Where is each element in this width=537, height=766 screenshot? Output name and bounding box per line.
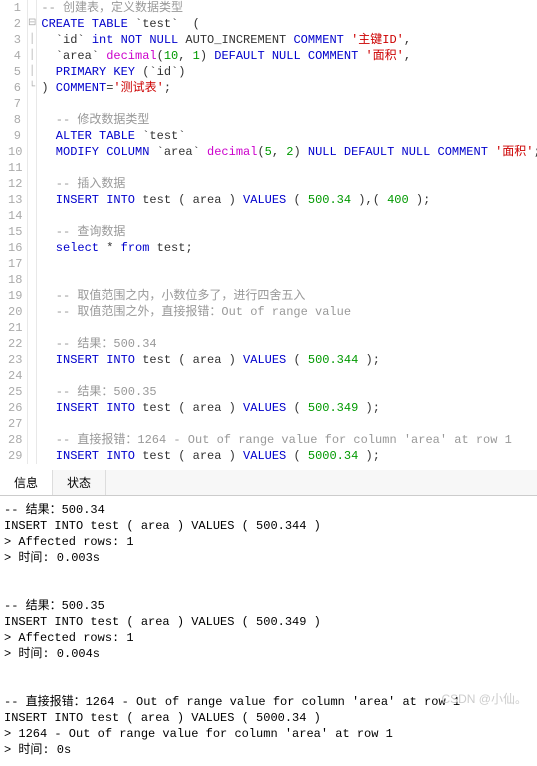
watermark: CSDN @小仙。	[441, 690, 527, 707]
line-number: 8	[8, 112, 21, 128]
fold-gutter[interactable]: ⊟│││└	[28, 0, 37, 464]
line-number: 2	[8, 16, 21, 32]
line-number: 24	[8, 368, 21, 384]
fold-marker[interactable]	[28, 192, 36, 208]
fold-marker[interactable]	[28, 160, 36, 176]
line-number: 4	[8, 48, 21, 64]
line-number: 22	[8, 336, 21, 352]
fold-marker[interactable]	[28, 320, 36, 336]
code-line[interactable]	[41, 320, 537, 336]
code-line[interactable]	[41, 272, 537, 288]
code-line[interactable]	[41, 416, 537, 432]
fold-marker[interactable]	[28, 176, 36, 192]
fold-marker[interactable]: │	[28, 64, 36, 80]
line-number: 5	[8, 64, 21, 80]
fold-marker[interactable]	[28, 128, 36, 144]
line-number: 14	[8, 208, 21, 224]
fold-marker[interactable]	[28, 368, 36, 384]
fold-marker[interactable]	[28, 0, 36, 16]
output-panel[interactable]: -- 结果：500.34 INSERT INTO test ( area ) V…	[0, 496, 537, 766]
code-area[interactable]: -- 创建表，定义数据类型CREATE TABLE `test` ( `id` …	[37, 0, 537, 464]
result-tabs: 信息 状态	[0, 470, 537, 496]
line-number: 29	[8, 448, 21, 464]
line-gutter: 1234567891011121314151617181920212223242…	[0, 0, 28, 464]
code-line[interactable]	[41, 160, 537, 176]
line-number: 16	[8, 240, 21, 256]
code-line[interactable]: -- 取值范围之外，直接报错：Out of range value	[41, 304, 537, 320]
code-line[interactable]: -- 创建表，定义数据类型	[41, 0, 537, 16]
code-line[interactable]: PRIMARY KEY (`id`)	[41, 64, 537, 80]
code-line[interactable]: -- 结果：500.34	[41, 336, 537, 352]
code-line[interactable]	[41, 96, 537, 112]
fold-marker[interactable]	[28, 224, 36, 240]
line-number: 7	[8, 96, 21, 112]
code-line[interactable]: -- 结果：500.35	[41, 384, 537, 400]
fold-marker[interactable]	[28, 208, 36, 224]
code-line[interactable]: CREATE TABLE `test` (	[41, 16, 537, 32]
code-line[interactable]	[41, 208, 537, 224]
fold-marker[interactable]	[28, 416, 36, 432]
fold-marker[interactable]	[28, 144, 36, 160]
line-number: 23	[8, 352, 21, 368]
code-line[interactable]: -- 直接报错：1264 - Out of range value for co…	[41, 432, 537, 448]
code-editor[interactable]: 1234567891011121314151617181920212223242…	[0, 0, 537, 464]
code-line[interactable]: INSERT INTO test ( area ) VALUES ( 500.3…	[41, 352, 537, 368]
fold-marker[interactable]	[28, 272, 36, 288]
line-number: 20	[8, 304, 21, 320]
line-number: 18	[8, 272, 21, 288]
code-line[interactable]: -- 查询数据	[41, 224, 537, 240]
line-number: 15	[8, 224, 21, 240]
fold-marker[interactable]	[28, 112, 36, 128]
code-line[interactable]: ) COMMENT='测试表';	[41, 80, 537, 96]
line-number: 11	[8, 160, 21, 176]
fold-marker[interactable]	[28, 448, 36, 464]
fold-marker[interactable]	[28, 288, 36, 304]
fold-marker[interactable]	[28, 336, 36, 352]
code-line[interactable]: MODIFY COLUMN `area` decimal(5, 2) NULL …	[41, 144, 537, 160]
code-line[interactable]	[41, 368, 537, 384]
line-number: 6	[8, 80, 21, 96]
line-number: 10	[8, 144, 21, 160]
code-line[interactable]: `id` int NOT NULL AUTO_INCREMENT COMMENT…	[41, 32, 537, 48]
fold-marker[interactable]	[28, 256, 36, 272]
code-line[interactable]: `area` decimal(10, 1) DEFAULT NULL COMME…	[41, 48, 537, 64]
fold-marker[interactable]: └	[28, 80, 36, 96]
fold-marker[interactable]: │	[28, 48, 36, 64]
code-line[interactable]: -- 插入数据	[41, 176, 537, 192]
line-number: 1	[8, 0, 21, 16]
line-number: 27	[8, 416, 21, 432]
code-line[interactable]: ALTER TABLE `test`	[41, 128, 537, 144]
fold-marker[interactable]	[28, 304, 36, 320]
code-line[interactable]: INSERT INTO test ( area ) VALUES ( 500.3…	[41, 192, 537, 208]
line-number: 21	[8, 320, 21, 336]
line-number: 9	[8, 128, 21, 144]
code-line[interactable]: -- 取值范围之内，小数位多了，进行四舍五入	[41, 288, 537, 304]
code-line[interactable]: INSERT INTO test ( area ) VALUES ( 500.3…	[41, 400, 537, 416]
fold-marker[interactable]: ⊟	[28, 16, 36, 32]
code-line[interactable]	[41, 256, 537, 272]
line-number: 3	[8, 32, 21, 48]
tab-state[interactable]: 状态	[53, 470, 106, 495]
line-number: 12	[8, 176, 21, 192]
fold-marker[interactable]	[28, 96, 36, 112]
line-number: 19	[8, 288, 21, 304]
fold-marker[interactable]	[28, 384, 36, 400]
line-number: 13	[8, 192, 21, 208]
code-line[interactable]: select * from test;	[41, 240, 537, 256]
code-line[interactable]: INSERT INTO test ( area ) VALUES ( 5000.…	[41, 448, 537, 464]
line-number: 17	[8, 256, 21, 272]
code-line[interactable]: -- 修改数据类型	[41, 112, 537, 128]
fold-marker[interactable]	[28, 352, 36, 368]
line-number: 28	[8, 432, 21, 448]
fold-marker[interactable]	[28, 400, 36, 416]
line-number: 26	[8, 400, 21, 416]
fold-marker[interactable]	[28, 432, 36, 448]
line-number: 25	[8, 384, 21, 400]
fold-marker[interactable]	[28, 240, 36, 256]
tab-info[interactable]: 信息	[0, 470, 53, 495]
fold-marker[interactable]: │	[28, 32, 36, 48]
